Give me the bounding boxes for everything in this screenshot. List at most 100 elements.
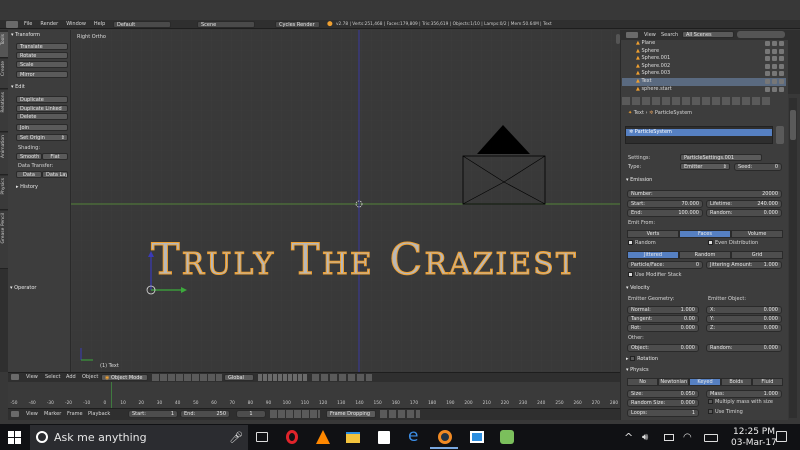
marker-menu[interactable]: Marker xyxy=(44,411,61,418)
tab-physics[interactable]: Physics xyxy=(0,176,8,210)
type-select[interactable]: Emitter ⇕ xyxy=(680,163,730,170)
operator-panel-header[interactable]: ▾ Operator xyxy=(10,284,37,292)
camera-icon[interactable] xyxy=(765,63,770,69)
camera-icon[interactable] xyxy=(765,41,770,46)
random-field[interactable]: Random: 0.000 xyxy=(706,209,782,217)
outliner-item[interactable]: ▲ sphere.start xyxy=(622,86,786,94)
outliner-search-menu[interactable]: Search xyxy=(661,32,678,39)
delete-button[interactable]: Delete xyxy=(16,113,68,120)
menu-file[interactable]: File xyxy=(24,21,32,28)
camera-icon[interactable] xyxy=(765,71,770,77)
physics-tab-boids[interactable]: Boids xyxy=(720,378,752,386)
grid-tab[interactable]: Grid xyxy=(731,251,783,259)
action-center-icon[interactable] xyxy=(776,431,787,442)
eye-icon[interactable] xyxy=(779,48,784,54)
outliner-search-input[interactable] xyxy=(737,31,785,38)
physics-panel-header[interactable]: ▾ Physics xyxy=(626,366,649,374)
timeline-view-menu[interactable]: View xyxy=(26,411,38,418)
lifetime-field[interactable]: Lifetime: 240.000 xyxy=(706,200,782,208)
vlc-icon[interactable] xyxy=(316,430,330,444)
tab-create[interactable]: Create xyxy=(0,59,8,89)
eye-icon[interactable] xyxy=(779,41,784,46)
rotate-button[interactable]: Rotate xyxy=(16,52,68,59)
menu-help[interactable]: Help xyxy=(94,21,105,28)
camera-icon[interactable] xyxy=(765,78,770,84)
history-panel-header[interactable]: ▸ History xyxy=(16,183,38,191)
emission-panel-header[interactable]: ▾ Emission xyxy=(626,176,652,184)
text-object[interactable]: Truly The Craziest xyxy=(151,236,578,285)
cursor-icon[interactable] xyxy=(772,56,777,62)
random-velocity-field[interactable]: Random: 0.000 xyxy=(706,344,782,352)
set-origin-select[interactable]: Set Origin ⇕ xyxy=(16,134,68,141)
cursor-icon[interactable] xyxy=(772,71,777,77)
mass-field[interactable]: Mass: 1.000 xyxy=(706,390,782,398)
select-menu[interactable]: Select xyxy=(45,374,60,381)
object-menu[interactable]: Object xyxy=(82,374,98,381)
object-velocity-field[interactable]: Object: 0.000 xyxy=(627,344,699,352)
clock-time[interactable]: 12:25 PM xyxy=(733,427,775,437)
edge-icon[interactable]: e xyxy=(408,427,418,446)
outliner-scrollbar[interactable] xyxy=(788,30,800,94)
task-view-icon[interactable] xyxy=(256,432,268,442)
sync-mode-select[interactable]: Frame Dropping xyxy=(326,410,376,418)
wifi-icon[interactable]: ◠ xyxy=(683,431,692,444)
eye-icon[interactable] xyxy=(779,63,784,69)
jittered-tab[interactable]: Jittered xyxy=(627,251,679,259)
viewport-tool-icons[interactable] xyxy=(312,374,372,381)
editor-type-icon[interactable] xyxy=(6,21,18,28)
physics-tab-keyed[interactable]: Keyed xyxy=(689,378,721,386)
outliner-item[interactable]: ▲ Sphere xyxy=(622,48,786,56)
emit-volume-tab[interactable]: Volume xyxy=(731,230,783,238)
size-field[interactable]: Size: 0.050 xyxy=(627,390,699,398)
rotation-panel-header[interactable]: ▸ Rotation xyxy=(626,355,658,363)
random-checkbox[interactable]: Random xyxy=(628,240,656,247)
number-field[interactable]: Number: 20000 xyxy=(627,190,782,198)
end-frame-field[interactable]: End: 250 xyxy=(180,410,230,418)
viewport-3d[interactable]: Right Ortho (1) Text Truly The Craziest xyxy=(71,30,620,372)
use-timing-checkbox[interactable]: Use Timing xyxy=(708,409,743,416)
cursor-icon[interactable] xyxy=(772,48,777,54)
particle-system-item[interactable]: ✲ ParticleSystem xyxy=(626,129,772,136)
properties-scroll-thumb[interactable] xyxy=(790,110,796,140)
even-distribution-checkbox[interactable]: Even Distribution xyxy=(708,240,758,247)
seed-field[interactable]: Seed: 0 xyxy=(734,163,782,171)
microphone-icon[interactable]: 🎤︎ xyxy=(229,431,243,444)
mirror-button[interactable]: Mirror xyxy=(16,71,68,78)
start-button[interactable] xyxy=(8,431,21,444)
orientation-select[interactable]: Global xyxy=(224,374,254,381)
eye-icon[interactable] xyxy=(779,71,784,77)
camera-icon[interactable] xyxy=(765,56,770,62)
mode-select[interactable]: ◉ Object Mode xyxy=(101,374,148,381)
particle-settings-select[interactable]: ParticleSettings.001 xyxy=(680,154,762,161)
tab-grease-pencil[interactable]: Grease Pencil xyxy=(0,211,8,269)
random-distribution-tab[interactable]: Random xyxy=(679,251,731,259)
render-engine-select[interactable]: Cycles Render xyxy=(275,21,320,28)
object-y-field[interactable]: Y: 0.000 xyxy=(706,315,782,323)
physics-tab-no[interactable]: No xyxy=(627,378,659,386)
viewport-editor-icon[interactable] xyxy=(11,374,19,380)
tab-tools[interactable]: Tools xyxy=(0,32,8,58)
edit-panel-header[interactable]: ▾ Edit xyxy=(11,83,25,91)
properties-scrollbar[interactable] xyxy=(789,98,797,418)
outliner-view-menu[interactable]: View xyxy=(644,32,656,39)
camera-icon[interactable] xyxy=(765,86,770,92)
outliner-item[interactable]: ▲ Text xyxy=(622,77,786,86)
emit-verts-tab[interactable]: Verts xyxy=(627,230,679,238)
outliner-item[interactable]: ▲ Sphere.001 xyxy=(622,55,786,63)
data-layout-button[interactable]: Data Layo xyxy=(42,171,68,178)
random-size-field[interactable]: Random Size: 0.000 xyxy=(627,399,699,407)
normal-field[interactable]: Normal: 1.000 xyxy=(627,306,699,314)
multiply-mass-checkbox[interactable]: Multiply mass with size xyxy=(708,399,773,406)
outliner-display-select[interactable]: All Scenes xyxy=(682,31,734,38)
cursor-icon[interactable] xyxy=(772,63,777,69)
list-add-remove-buttons[interactable] xyxy=(776,126,784,144)
start-frame-field[interactable]: Start: 1 xyxy=(128,410,178,418)
properties-tabs[interactable] xyxy=(622,97,772,105)
scale-button[interactable]: Scale xyxy=(16,61,68,68)
outliner-editor-icon[interactable] xyxy=(626,32,638,38)
loops-field[interactable]: Loops: 1 xyxy=(627,409,699,417)
file-explorer-icon[interactable] xyxy=(346,432,360,443)
opera-icon[interactable] xyxy=(286,430,298,444)
data-button[interactable]: Data xyxy=(16,171,42,178)
menu-window[interactable]: Window xyxy=(66,21,86,28)
